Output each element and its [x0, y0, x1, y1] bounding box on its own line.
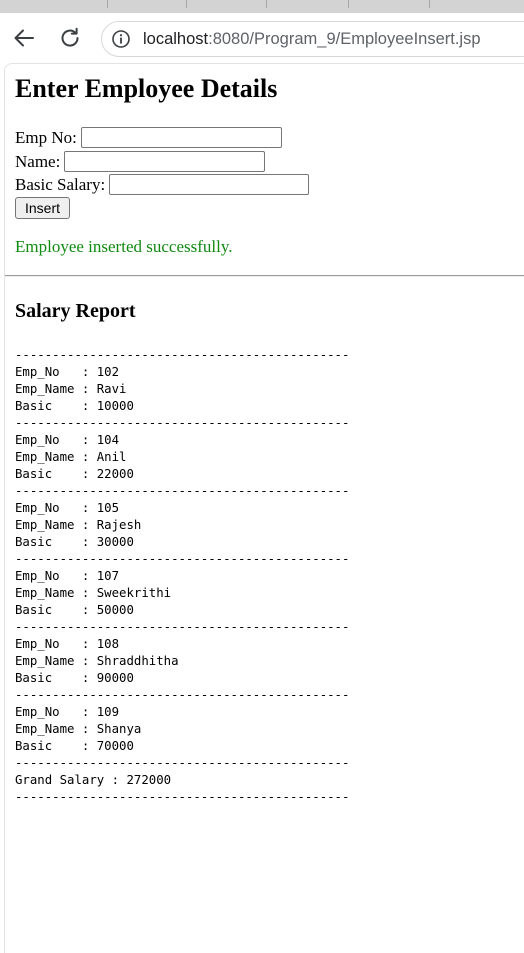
report-emp-name: Emp_Name : Shraddhitha — [15, 654, 179, 668]
empno-label: Emp No: — [15, 127, 77, 147]
report-separator: ----------------------------------------… — [15, 552, 350, 566]
salary-row: Basic Salary: — [15, 174, 310, 195]
report-emp-no: Emp_No : 102 — [15, 365, 120, 379]
tab-separator — [429, 0, 430, 8]
name-label: Name: — [15, 151, 61, 171]
site-info-icon[interactable] — [111, 29, 131, 49]
report-emp-name: Emp_Name : Sweekrithi — [15, 586, 172, 600]
salary-report: ----------------------------------------… — [15, 347, 349, 806]
name-input[interactable] — [64, 151, 266, 172]
name-row: Name: — [15, 151, 266, 172]
report-separator: ----------------------------------------… — [15, 484, 350, 498]
page-viewport: Enter Employee Details Emp No: Name: Bas… — [4, 63, 524, 953]
status-message: Employee inserted successfully. — [15, 237, 233, 256]
browser-toolbar: localhost:8080/Program_9/EmployeeInsert.… — [0, 13, 524, 63]
salary-label: Basic Salary: — [15, 174, 106, 194]
url-path: :8080/Program_9/EmployeeInsert.jsp — [208, 30, 481, 48]
report-separator: ----------------------------------------… — [15, 790, 350, 804]
report-separator: ----------------------------------------… — [15, 756, 350, 770]
reload-icon — [61, 27, 79, 47]
horizontal-rule — [5, 275, 524, 277]
report-basic: Basic : 90000 — [15, 671, 134, 685]
page-title: Enter Employee Details — [15, 74, 278, 103]
report-emp-name: Emp_Name : Rajesh — [15, 518, 142, 532]
report-emp-no: Emp_No : 105 — [15, 501, 120, 515]
back-arrow-icon — [14, 29, 34, 47]
report-grand-total: Grand Salary : 272000 — [15, 773, 172, 787]
report-separator: ----------------------------------------… — [15, 416, 350, 430]
insert-button[interactable]: Insert — [15, 197, 70, 219]
report-basic: Basic : 30000 — [15, 535, 134, 549]
report-emp-no: Emp_No : 104 — [15, 433, 120, 447]
report-separator: ----------------------------------------… — [15, 348, 350, 362]
report-emp-no: Emp_No : 108 — [15, 637, 120, 651]
url-text[interactable]: localhost:8080/Program_9/EmployeeInsert.… — [143, 30, 481, 49]
browser-tab-strip — [0, 0, 524, 13]
report-basic: Basic : 10000 — [15, 399, 134, 413]
report-separator: ----------------------------------------… — [15, 688, 350, 702]
url-host: localhost — [143, 30, 209, 48]
report-basic: Basic : 70000 — [15, 739, 134, 753]
report-emp-name: Emp_Name : Shanya — [15, 722, 142, 736]
tab-separator — [186, 0, 187, 8]
report-basic: Basic : 22000 — [15, 467, 134, 481]
empno-row: Emp No: — [15, 127, 282, 148]
salary-input[interactable] — [109, 174, 310, 195]
report-emp-name: Emp_Name : Anil — [15, 450, 127, 464]
tab-separator — [107, 0, 108, 8]
reload-button[interactable] — [57, 25, 83, 51]
empno-input[interactable] — [80, 127, 282, 148]
report-emp-no: Emp_No : 109 — [15, 705, 120, 719]
report-emp-no: Emp_No : 107 — [15, 569, 120, 583]
report-separator: ----------------------------------------… — [15, 620, 350, 634]
report-basic: Basic : 50000 — [15, 603, 134, 617]
report-title: Salary Report — [15, 300, 136, 322]
tab-separator — [266, 0, 267, 8]
tab-separator — [348, 0, 349, 8]
back-button[interactable] — [11, 25, 37, 51]
address-bar[interactable]: localhost:8080/Program_9/EmployeeInsert.… — [101, 21, 524, 57]
report-emp-name: Emp_Name : Ravi — [15, 382, 127, 396]
